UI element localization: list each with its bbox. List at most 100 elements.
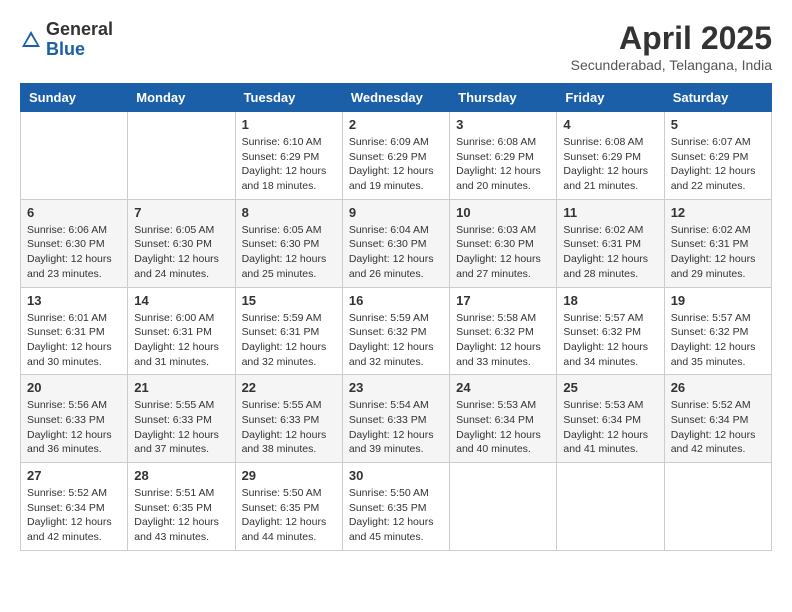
day-number: 17 [456, 293, 550, 308]
daylight: Daylight: 12 hours and 40 minutes. [456, 429, 541, 456]
day-number: 21 [134, 380, 228, 395]
day-info: Sunrise: 5:59 AMSunset: 6:32 PMDaylight:… [349, 311, 443, 370]
sunset: Sunset: 6:30 PM [456, 238, 534, 250]
weekday-header-row: SundayMondayTuesdayWednesdayThursdayFrid… [21, 84, 772, 112]
weekday-header-tuesday: Tuesday [235, 84, 342, 112]
day-info: Sunrise: 5:58 AMSunset: 6:32 PMDaylight:… [456, 311, 550, 370]
daylight: Daylight: 12 hours and 37 minutes. [134, 429, 219, 456]
daylight: Daylight: 12 hours and 26 minutes. [349, 253, 434, 280]
day-info: Sunrise: 6:02 AMSunset: 6:31 PMDaylight:… [563, 223, 657, 282]
calendar-cell: 2Sunrise: 6:09 AMSunset: 6:29 PMDaylight… [342, 112, 449, 200]
calendar-cell: 29Sunrise: 5:50 AMSunset: 6:35 PMDayligh… [235, 463, 342, 551]
sunset: Sunset: 6:35 PM [242, 502, 320, 514]
daylight: Daylight: 12 hours and 30 minutes. [27, 341, 112, 368]
day-info: Sunrise: 5:52 AMSunset: 6:34 PMDaylight:… [671, 398, 765, 457]
day-info: Sunrise: 5:55 AMSunset: 6:33 PMDaylight:… [134, 398, 228, 457]
sunrise: Sunrise: 5:50 AM [242, 487, 322, 499]
location: Secunderabad, Telangana, India [571, 57, 772, 73]
day-number: 20 [27, 380, 121, 395]
day-info: Sunrise: 5:50 AMSunset: 6:35 PMDaylight:… [349, 486, 443, 545]
calendar-cell: 27Sunrise: 5:52 AMSunset: 6:34 PMDayligh… [21, 463, 128, 551]
sunrise: Sunrise: 5:56 AM [27, 399, 107, 411]
logo-icon [20, 29, 42, 51]
logo: General Blue [20, 20, 113, 60]
sunrise: Sunrise: 6:08 AM [563, 136, 643, 148]
calendar-cell: 20Sunrise: 5:56 AMSunset: 6:33 PMDayligh… [21, 375, 128, 463]
sunrise: Sunrise: 6:02 AM [671, 224, 751, 236]
day-info: Sunrise: 6:02 AMSunset: 6:31 PMDaylight:… [671, 223, 765, 282]
calendar-cell [557, 463, 664, 551]
calendar-cell [128, 112, 235, 200]
sunrise: Sunrise: 6:05 AM [134, 224, 214, 236]
calendar-cell: 18 Sunrise: 5:57 AMSunset: 6:32 PMDayligh… [557, 287, 664, 375]
sunrise: Sunrise: 5:52 AM [27, 487, 107, 499]
daylight: Daylight: 12 hours and 19 minutes. [349, 165, 434, 192]
daylight: Daylight: 12 hours and 45 minutes. [349, 516, 434, 543]
calendar-cell: 11Sunrise: 6:02 AMSunset: 6:31 PMDayligh… [557, 199, 664, 287]
calendar-week-row: 6Sunrise: 6:06 AMSunset: 6:30 PMDaylight… [21, 199, 772, 287]
calendar-cell: 26Sunrise: 5:52 AMSunset: 6:34 PMDayligh… [664, 375, 771, 463]
calendar-cell: 7 Sunrise: 6:05 AMSunset: 6:30 PMDaylight… [128, 199, 235, 287]
daylight: Daylight: 12 hours and 28 minutes. [563, 253, 648, 280]
daylight: Daylight: 12 hours and 31 minutes. [134, 341, 219, 368]
day-info: Sunrise: 6:08 AMSunset: 6:29 PMDaylight:… [563, 135, 657, 194]
calendar-cell: 15Sunrise: 5:59 AMSunset: 6:31 PMDayligh… [235, 287, 342, 375]
sunrise: Sunrise: 6:03 AM [456, 224, 536, 236]
sunset: Sunset: 6:32 PM [563, 326, 641, 338]
day-number: 15 [242, 293, 336, 308]
calendar-cell: 8Sunrise: 6:05 AMSunset: 6:30 PMDaylight… [235, 199, 342, 287]
sunset: Sunset: 6:29 PM [671, 151, 749, 163]
sunset: Sunset: 6:32 PM [671, 326, 749, 338]
day-number: 9 [349, 205, 443, 220]
day-number: 5 [671, 117, 765, 132]
day-number: 7 [134, 205, 228, 220]
calendar-cell: 13Sunrise: 6:01 AMSunset: 6:31 PMDayligh… [21, 287, 128, 375]
sunrise: Sunrise: 6:09 AM [349, 136, 429, 148]
daylight: Daylight: 12 hours and 42 minutes. [671, 429, 756, 456]
day-info: Sunrise: 6:08 AMSunset: 6:29 PMDaylight:… [456, 135, 550, 194]
day-info: Sunrise: 5:51 AMSunset: 6:35 PMDaylight:… [134, 486, 228, 545]
sunset: Sunset: 6:29 PM [242, 151, 320, 163]
sunrise: Sunrise: 5:55 AM [242, 399, 322, 411]
day-number: 19 [671, 293, 765, 308]
logo-text: General Blue [46, 20, 113, 60]
sunrise: Sunrise: 6:10 AM [242, 136, 322, 148]
sunrise: Sunrise: 5:54 AM [349, 399, 429, 411]
sunrise: Sunrise: 6:08 AM [456, 136, 536, 148]
day-number: 18 [563, 293, 657, 308]
day-info: Sunrise: 5:57 AMSunset: 6:32 PMDaylight:… [563, 311, 657, 370]
day-info: Sunrise: 6:01 AMSunset: 6:31 PMDaylight:… [27, 311, 121, 370]
daylight: Daylight: 12 hours and 22 minutes. [671, 165, 756, 192]
sunset: Sunset: 6:34 PM [671, 414, 749, 426]
logo-blue: Blue [46, 39, 85, 59]
calendar-cell: 9 Sunrise: 6:04 AMSunset: 6:30 PMDaylight… [342, 199, 449, 287]
sunrise: Sunrise: 6:00 AM [134, 312, 214, 324]
day-info: Sunrise: 6:04 AMSunset: 6:30 PMDaylight:… [349, 223, 443, 282]
daylight: Daylight: 12 hours and 27 minutes. [456, 253, 541, 280]
day-info: Sunrise: 6:05 AMSunset: 6:30 PMDaylight:… [134, 223, 228, 282]
day-info: Sunrise: 6:06 AMSunset: 6:30 PMDaylight:… [27, 223, 121, 282]
day-info: Sunrise: 6:10 AMSunset: 6:29 PMDaylight:… [242, 135, 336, 194]
daylight: Daylight: 12 hours and 38 minutes. [242, 429, 327, 456]
day-number: 1 [242, 117, 336, 132]
sunrise: Sunrise: 6:05 AM [242, 224, 322, 236]
calendar-cell: 23Sunrise: 5:54 AMSunset: 6:33 PMDayligh… [342, 375, 449, 463]
calendar-cell: 6Sunrise: 6:06 AMSunset: 6:30 PMDaylight… [21, 199, 128, 287]
day-number: 24 [456, 380, 550, 395]
sunset: Sunset: 6:32 PM [349, 326, 427, 338]
calendar-cell: 19Sunrise: 5:57 AMSunset: 6:32 PMDayligh… [664, 287, 771, 375]
title-area: April 2025 Secunderabad, Telangana, Indi… [571, 20, 772, 73]
sunrise: Sunrise: 5:58 AM [456, 312, 536, 324]
sunset: Sunset: 6:34 PM [563, 414, 641, 426]
sunset: Sunset: 6:31 PM [134, 326, 212, 338]
sunrise: Sunrise: 5:50 AM [349, 487, 429, 499]
sunrise: Sunrise: 6:04 AM [349, 224, 429, 236]
day-number: 8 [242, 205, 336, 220]
sunset: Sunset: 6:30 PM [242, 238, 320, 250]
weekday-header-monday: Monday [128, 84, 235, 112]
calendar-cell [21, 112, 128, 200]
sunrise: Sunrise: 5:59 AM [349, 312, 429, 324]
sunset: Sunset: 6:29 PM [456, 151, 534, 163]
sunrise: Sunrise: 6:07 AM [671, 136, 751, 148]
calendar-cell: 25Sunrise: 5:53 AMSunset: 6:34 PMDayligh… [557, 375, 664, 463]
